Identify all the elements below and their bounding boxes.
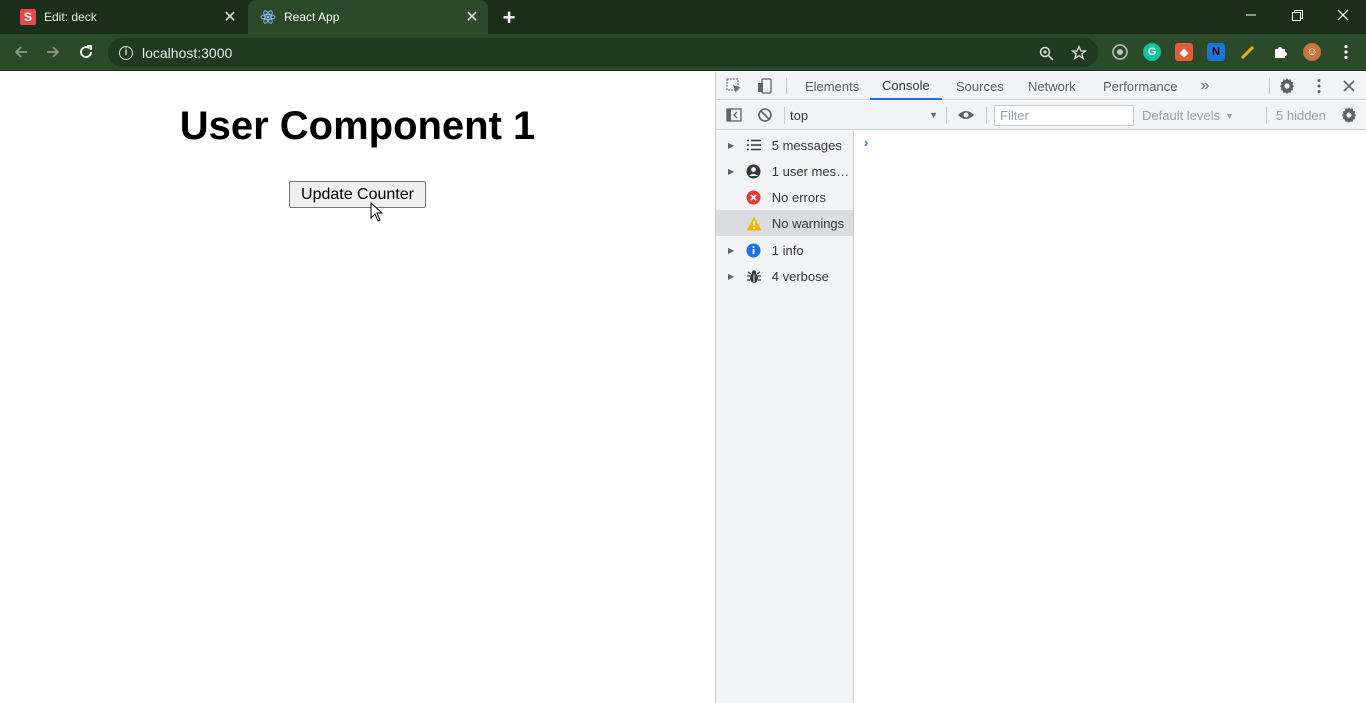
address-bar[interactable]: i localhost:3000	[108, 38, 1098, 67]
context-value: top	[790, 107, 809, 123]
dropdown-arrow-icon: ▼	[1225, 110, 1234, 121]
browser-tab-react-app[interactable]: React App ✕	[248, 0, 488, 34]
tab-sources[interactable]: Sources	[956, 72, 1004, 100]
arrow-left-icon	[14, 46, 27, 58]
sidebar-item-messages[interactable]: ▶ 5 messages	[716, 132, 853, 158]
back-button[interactable]	[9, 40, 33, 64]
extension-circle-icon[interactable]	[1111, 43, 1129, 61]
avatar[interactable]: ☺	[1303, 43, 1321, 61]
bug-icon	[746, 268, 762, 284]
page-heading: User Component 1	[179, 104, 536, 148]
expand-triangle-icon[interactable]: ▶	[728, 141, 737, 150]
sidebar-item-label: 5 messages	[771, 137, 842, 153]
close-devtools-icon[interactable]	[1340, 77, 1358, 95]
console-output[interactable]: ›	[855, 131, 1366, 703]
browser-tab-edit-deck[interactable]: S Edit: deck ✕	[8, 0, 246, 34]
tab-title: Edit: deck	[44, 10, 97, 24]
expand-triangle-icon[interactable]: ▶	[728, 272, 737, 281]
sidebar-item-label: 1 info	[771, 242, 804, 258]
info-icon[interactable]: i	[119, 45, 133, 60]
live-expression-eye-icon[interactable]	[957, 106, 975, 124]
sidebar-item-warnings[interactable]: No warnings	[716, 210, 853, 236]
sidebar-item-user-messages[interactable]: ▶ 1 user messages	[716, 158, 853, 184]
sidebar-item-verbose[interactable]: ▶ 4 verbose	[716, 263, 853, 289]
restore-button[interactable]	[1274, 0, 1320, 30]
more-tabs-chevron-icon[interactable]: »	[1196, 77, 1214, 95]
s-favicon-icon: S	[20, 9, 36, 25]
mouse-cursor-icon	[370, 202, 384, 222]
separator	[946, 107, 947, 124]
browser-tab-strip: S Edit: deck ✕ React App ✕ +	[0, 0, 1366, 34]
new-tab-button[interactable]: +	[498, 5, 520, 30]
bookmark-star-icon[interactable]	[1071, 45, 1087, 61]
expand-triangle-icon[interactable]: ▶	[728, 167, 737, 176]
sidebar-item-label: 4 verbose	[771, 268, 829, 284]
tab-title: React App	[284, 10, 340, 24]
expand-triangle-icon[interactable]: ▶	[728, 246, 737, 255]
devtools-tab-bar: Elements Console Sources Network Perform…	[716, 72, 1366, 100]
console-settings-gear-icon[interactable]	[1340, 106, 1358, 124]
extension-n-icon[interactable]: N	[1207, 43, 1225, 61]
console-toolbar: top ▼ Default levels ▼ 5 hidden	[716, 101, 1366, 130]
warning-icon	[746, 215, 762, 231]
browser-toolbar: i localhost:3000 G ◆ N ☺	[0, 34, 1366, 71]
reload-button[interactable]	[74, 40, 98, 64]
devtools-panel: Elements Console Sources Network Perform…	[715, 72, 1366, 703]
separator	[784, 107, 785, 124]
info-icon	[746, 242, 762, 258]
settings-gear-icon[interactable]	[1278, 77, 1296, 95]
separator	[1269, 78, 1270, 94]
log-levels-select[interactable]: Default levels ▼	[1142, 105, 1234, 126]
sidebar-item-label: No warnings	[771, 215, 845, 231]
tab-elements[interactable]: Elements	[805, 72, 859, 100]
tab-performance[interactable]: Performance	[1103, 72, 1177, 100]
grammarly-icon[interactable]: G	[1143, 43, 1161, 61]
restore-icon	[1291, 9, 1303, 21]
console-sidebar: ▶ 5 messages ▶ 1 user messages No errors	[716, 131, 854, 703]
separator	[1266, 107, 1267, 124]
console-prompt-chevron-icon[interactable]: ›	[864, 135, 868, 150]
close-tab-icon[interactable]: ✕	[222, 9, 238, 26]
error-icon	[746, 189, 762, 205]
hidden-count: 5 hidden	[1276, 108, 1326, 123]
sidebar-item-label: 1 user messages	[771, 163, 853, 179]
separator	[986, 107, 987, 124]
zoom-icon[interactable]	[1038, 45, 1054, 61]
extension-red-icon[interactable]: ◆	[1175, 43, 1193, 61]
sidebar-toggle-icon[interactable]	[725, 106, 743, 124]
address-url: localhost:3000	[142, 44, 233, 61]
device-toolbar-icon[interactable]	[756, 77, 774, 95]
arrow-right-icon	[47, 46, 60, 58]
minimize-button[interactable]	[1228, 0, 1274, 30]
update-counter-button[interactable]: Update Counter	[289, 181, 426, 208]
sidebar-item-label: No errors	[771, 189, 826, 205]
page-viewport: User Component 1 Update Counter	[0, 72, 715, 703]
menu-dots-icon[interactable]	[1337, 43, 1355, 61]
tab-network[interactable]: Network	[1028, 72, 1076, 100]
list-icon	[746, 137, 762, 153]
puzzle-icon[interactable]	[1271, 43, 1289, 61]
inspect-element-icon[interactable]	[725, 77, 743, 95]
close-window-button[interactable]	[1320, 0, 1366, 30]
react-favicon-icon	[260, 9, 276, 25]
log-levels-label: Default levels	[1142, 108, 1221, 123]
close-icon	[1337, 9, 1349, 21]
context-select[interactable]: top ▼	[790, 104, 942, 126]
sidebar-item-errors[interactable]: No errors	[716, 184, 853, 210]
pencil-icon[interactable]	[1239, 43, 1257, 61]
close-tab-icon[interactable]: ✕	[464, 9, 480, 26]
reload-icon	[80, 45, 92, 58]
tab-console[interactable]: Console	[870, 72, 942, 100]
devtools-menu-dots-icon[interactable]	[1310, 77, 1328, 95]
sidebar-item-info[interactable]: ▶ 1 info	[716, 237, 853, 263]
user-icon	[746, 163, 762, 179]
clear-console-icon[interactable]	[756, 106, 774, 124]
dropdown-arrow-icon: ▼	[929, 110, 938, 120]
forward-button[interactable]	[41, 40, 65, 64]
minimize-icon	[1246, 14, 1256, 16]
filter-input[interactable]	[994, 105, 1134, 126]
separator	[786, 78, 787, 94]
